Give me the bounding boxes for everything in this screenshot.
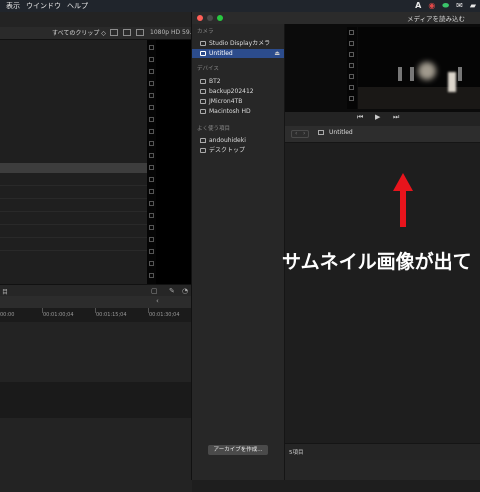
film-strip [147, 40, 156, 284]
traffic-lights [197, 15, 223, 21]
viewer [147, 40, 192, 284]
timecode-label: 00:01:15;04 [96, 312, 127, 318]
camera-icon [200, 41, 206, 46]
menu-bar: 表示 ウインドウ ヘルプ A ◉ ⬬ ✉ ▰ [0, 0, 480, 12]
menu-window[interactable]: ウインドウ [26, 1, 61, 11]
sidebar-item-jmicron4tb[interactable]: JMicron4TB [192, 97, 284, 106]
timecode-label: 00:01:30;04 [149, 312, 180, 318]
section-devices: デバイス [197, 66, 219, 72]
truck-icon[interactable]: ▰ [470, 0, 476, 12]
timecode-label: 00:00 [0, 312, 15, 318]
maximize-window-button[interactable] [217, 15, 223, 21]
filmstrip-view-icon[interactable] [110, 29, 118, 36]
section-favorites: よく使う項目 [197, 126, 231, 132]
timeline-ruler[interactable]: 00:00 00:01:00;04 00:01:15;04 00:01:30;0… [0, 308, 192, 322]
drive-icon [200, 109, 206, 114]
menu-view[interactable]: 表示 [6, 1, 20, 11]
shield-icon[interactable]: ◉ [428, 0, 435, 12]
menu-help[interactable]: ヘルプ [67, 1, 88, 11]
sidebar-item-macintosh-hd[interactable]: Macintosh HD [192, 107, 284, 116]
speed-icon[interactable]: ◔ [182, 287, 188, 295]
drive-icon [200, 79, 206, 84]
create-archive-button[interactable]: アーカイブを作成... [208, 445, 268, 455]
sidebar-item-studio-display-camera[interactable]: Studio Displayカメラ [192, 39, 284, 48]
home-icon [200, 138, 206, 143]
timeline-track[interactable] [0, 382, 192, 418]
crop-icon[interactable]: ▢ [151, 287, 158, 295]
playback-controls: ⏮ ▶ ⏭ [285, 112, 480, 126]
clip-browser[interactable] [0, 40, 147, 284]
window-title: メディアを読み込む [406, 15, 465, 23]
media-browser[interactable]: サムネイル画像が出て [282, 143, 480, 443]
import-window: メディアを読み込む カメラ Studio Displayカメラ Untitled… [191, 12, 480, 480]
sidebar-item-untitled[interactable]: Untitled ⏏ [192, 49, 284, 58]
selected-row[interactable] [0, 163, 147, 173]
viewer-format: 1080p HD 59.94 [147, 27, 192, 39]
sidebar-item-bt2[interactable]: BT2 [192, 77, 284, 86]
mail-icon[interactable]: ✉ [456, 0, 463, 12]
clip-filter-select[interactable]: すべてのクリップ ◇ [52, 28, 106, 37]
annotation-text: サムネイル画像が出て [282, 251, 472, 273]
timeline-area[interactable] [0, 322, 192, 382]
eject-icon[interactable]: ⏏ [274, 49, 280, 58]
current-location: Untitled [329, 129, 353, 136]
sidebar-item-desktop[interactable]: デスクトップ [192, 146, 284, 155]
settings-view-icon[interactable] [136, 29, 144, 36]
sidebar-item-label: BT2 [209, 78, 221, 85]
drive-icon [200, 99, 206, 104]
sidebar-item-label: Untitled [209, 50, 233, 57]
back-icon[interactable]: ‹ [295, 131, 297, 137]
timecode-label: 00:01:00;04 [43, 312, 74, 318]
browser-path-bar: ‹ › Untitled [285, 126, 480, 143]
list-view-icon[interactable] [123, 29, 131, 36]
sidebar-item-andouhideki[interactable]: andouhideki [192, 136, 284, 145]
sidebar-item-label: デスクトップ [209, 147, 246, 154]
nav-buttons: ‹ › [291, 130, 309, 138]
minimize-window-button[interactable] [207, 15, 213, 21]
import-sidebar: カメラ Studio Displayカメラ Untitled ⏏ デバイス BT… [192, 24, 285, 480]
red-arrow-icon [393, 173, 413, 227]
sidebar-item-label: Macintosh HD [209, 108, 251, 115]
desktop-icon [200, 148, 206, 153]
item-count: 5項目 [289, 450, 304, 456]
font-icon[interactable]: A [415, 0, 421, 12]
toggle-icon[interactable]: ⬬ [442, 0, 449, 12]
sidebar-item-backup202412[interactable]: backup202412 [192, 87, 284, 96]
toolbar-label: 目 [2, 289, 9, 296]
disk-icon [318, 130, 324, 135]
play-icon[interactable]: ▶ [375, 113, 380, 121]
wand-icon[interactable]: ✎ [169, 287, 175, 295]
disk-icon [200, 51, 206, 56]
sidebar-item-label: andouhideki [209, 137, 246, 144]
drive-icon [200, 89, 206, 94]
browser-footer: 5項目 [285, 443, 480, 460]
preview-image [358, 27, 480, 109]
close-window-button[interactable] [197, 15, 203, 21]
chevron-left-icon[interactable]: ‹ [156, 297, 159, 305]
status-tray: A ◉ ⬬ ✉ ▰ [415, 0, 476, 12]
forward-icon[interactable]: › [303, 131, 305, 137]
sidebar-item-label: JMicron4TB [209, 98, 243, 105]
timeline-lower [0, 418, 192, 492]
skip-back-icon[interactable]: ⏮ [357, 113, 363, 122]
film-strip [347, 27, 357, 109]
media-preview [285, 24, 480, 112]
section-camera: カメラ [197, 29, 214, 35]
sidebar-item-label: backup202412 [209, 88, 254, 95]
timeline-header: ‹ [0, 296, 192, 308]
skip-forward-icon[interactable]: ⏭ [393, 113, 399, 122]
sidebar-item-label: Studio Displayカメラ [209, 40, 271, 47]
